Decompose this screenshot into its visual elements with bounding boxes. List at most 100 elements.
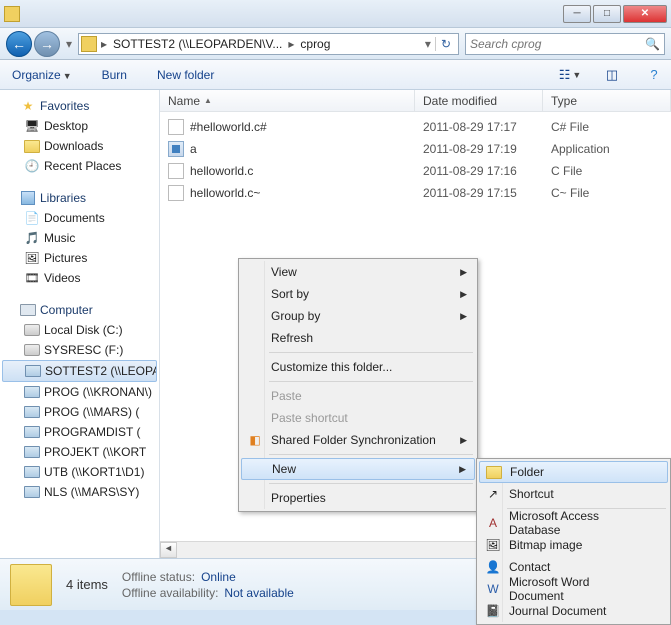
nav-history-dropdown[interactable]: ▾ — [62, 33, 76, 55]
ctx-customize[interactable]: Customize this folder... — [241, 356, 475, 378]
sidebar-item-videos[interactable]: 🎞Videos — [2, 268, 157, 288]
search-input[interactable] — [470, 37, 645, 51]
sidebar-group-favorites[interactable]: ★ Favorites — [2, 96, 157, 116]
sidebar-item-drive[interactable]: PROG (\\KRONAN\) — [2, 382, 157, 402]
sidebar-item-drive[interactable]: PROJEKT (\\KORT — [2, 442, 157, 462]
sidebar-item-drive[interactable]: Local Disk (C:) — [2, 320, 157, 340]
ctx-paste-shortcut: Paste shortcut — [241, 407, 475, 429]
ctx-refresh[interactable]: Refresh — [241, 327, 475, 349]
sidebar-item-desktop[interactable]: 🖥Desktop — [2, 116, 157, 136]
bitmap-icon: 🖼 — [485, 537, 501, 553]
new-folder-button[interactable]: New folder — [151, 65, 220, 85]
ctx-shared-sync[interactable]: ◧Shared Folder Synchronization▶ — [241, 429, 475, 451]
file-date: 2011-08-29 17:16 — [415, 163, 543, 179]
contact-icon: 👤 — [485, 559, 501, 575]
sub-bitmap[interactable]: 🖼Bitmap image — [479, 534, 668, 556]
file-name: #helloworld.c# — [190, 120, 267, 134]
ctx-groupby[interactable]: Group by▶ — [241, 305, 475, 327]
sub-access[interactable]: AMicrosoft Access Database — [479, 512, 668, 534]
sidebar-item-documents[interactable]: 📄Documents — [2, 208, 157, 228]
scroll-left-button[interactable]: ◄ — [160, 542, 177, 558]
folder-large-icon — [10, 564, 52, 606]
sidebar-group-libraries[interactable]: Libraries — [2, 188, 157, 208]
forward-button[interactable]: → — [34, 31, 60, 57]
access-icon: A — [485, 515, 501, 531]
network-drive-icon — [24, 404, 40, 420]
network-drive-icon — [24, 464, 40, 480]
word-icon: W — [485, 581, 501, 597]
sub-folder[interactable]: Folder — [479, 461, 668, 483]
sync-icon: ◧ — [247, 432, 263, 448]
file-row[interactable]: #helloworld.c# 2011-08-29 17:17 C# File — [160, 116, 671, 138]
disk-icon — [24, 342, 40, 358]
breadcrumb-sep-icon[interactable]: ▸ — [98, 37, 110, 51]
status-value: Online — [201, 570, 236, 584]
toolbar: Organize▼ Burn New folder ☷ ▼ ◫ ? — [0, 60, 671, 90]
new-submenu: Folder ↗Shortcut AMicrosoft Access Datab… — [476, 458, 671, 625]
sidebar-item-recent[interactable]: 🕘Recent Places — [2, 156, 157, 176]
file-row[interactable]: helloworld.c 2011-08-29 17:16 C File — [160, 160, 671, 182]
file-name: a — [190, 142, 197, 156]
file-date: 2011-08-29 17:19 — [415, 141, 543, 157]
ctx-sortby[interactable]: Sort by▶ — [241, 283, 475, 305]
file-date: 2011-08-29 17:17 — [415, 119, 543, 135]
file-type: C File — [543, 163, 671, 179]
file-name: helloworld.c~ — [190, 186, 260, 200]
close-button[interactable]: ✕ — [623, 5, 667, 23]
submenu-arrow-icon: ▶ — [460, 289, 467, 300]
status-value: Not available — [224, 586, 293, 600]
file-icon — [168, 185, 184, 201]
organize-button[interactable]: Organize▼ — [6, 65, 78, 85]
sidebar-item-drive[interactable]: UTB (\\KORT1\D1) — [2, 462, 157, 482]
computer-icon — [20, 302, 36, 318]
app-icon — [168, 141, 184, 157]
back-button[interactable]: ← — [6, 31, 32, 57]
sidebar-item-drive[interactable]: SYSRESC (F:) — [2, 340, 157, 360]
sidebar-item-downloads[interactable]: Downloads — [2, 136, 157, 156]
ctx-properties[interactable]: Properties — [241, 487, 475, 509]
breadcrumb-segment[interactable]: SOTTEST2 (\\LEOPARDEN\V... — [110, 37, 285, 51]
search-icon[interactable]: 🔍 — [645, 37, 660, 51]
column-header-type[interactable]: Type — [543, 90, 671, 111]
sub-shortcut[interactable]: ↗Shortcut — [479, 483, 668, 505]
breadcrumb-sep-icon[interactable]: ▸ — [285, 37, 297, 51]
address-dropdown-icon[interactable]: ▾ — [421, 37, 435, 51]
preview-pane-button[interactable]: ◫ — [601, 65, 623, 85]
column-header-date[interactable]: Date modified — [415, 90, 543, 111]
maximize-button[interactable]: □ — [593, 5, 621, 23]
sidebar-group-computer[interactable]: Computer — [2, 300, 157, 320]
search-box[interactable]: 🔍 — [465, 33, 665, 55]
refresh-icon[interactable]: ↻ — [435, 37, 456, 51]
downloads-icon — [24, 138, 40, 154]
file-row[interactable]: helloworld.c~ 2011-08-29 17:15 C~ File — [160, 182, 671, 204]
pictures-icon: 🖼 — [24, 250, 40, 266]
sub-word[interactable]: WMicrosoft Word Document — [479, 578, 668, 600]
sidebar-item-pictures[interactable]: 🖼Pictures — [2, 248, 157, 268]
sidebar-item-drive[interactable]: NLS (\\MARS\SY) — [2, 482, 157, 502]
file-date: 2011-08-29 17:15 — [415, 185, 543, 201]
file-icon — [168, 119, 184, 135]
breadcrumb-segment[interactable]: cprog — [297, 37, 333, 51]
ctx-view[interactable]: View▶ — [241, 261, 475, 283]
burn-button[interactable]: Burn — [96, 65, 133, 85]
file-row[interactable]: a 2011-08-29 17:19 Application — [160, 138, 671, 160]
column-header-name[interactable]: Name▲ — [160, 90, 415, 111]
journal-icon: 📓 — [485, 603, 501, 619]
submenu-arrow-icon: ▶ — [460, 311, 467, 322]
status-label: Offline availability: — [122, 586, 219, 600]
sub-journal[interactable]: 📓Journal Document — [479, 600, 668, 622]
address-bar[interactable]: ▸ SOTTEST2 (\\LEOPARDEN\V... ▸ cprog ▾ ↻ — [78, 33, 459, 55]
sidebar-item-drive[interactable]: PROGRAMDIST ( — [2, 422, 157, 442]
file-type: Application — [543, 141, 671, 157]
sidebar-item-music[interactable]: 🎵Music — [2, 228, 157, 248]
file-name: helloworld.c — [190, 164, 253, 178]
help-button[interactable]: ? — [643, 65, 665, 85]
network-drive-icon — [25, 363, 41, 379]
sidebar-item-drive[interactable]: PROG (\\MARS) ( — [2, 402, 157, 422]
item-count: 4 items — [66, 577, 108, 592]
view-options-button[interactable]: ☷ ▼ — [559, 65, 581, 85]
ctx-new[interactable]: New▶ — [241, 458, 475, 480]
sidebar-item-drive[interactable]: SOTTEST2 (\\LEOPARDEN\VOL1\USERS\) — [2, 360, 157, 382]
minimize-button[interactable]: ─ — [563, 5, 591, 23]
ctx-separator — [269, 352, 473, 353]
